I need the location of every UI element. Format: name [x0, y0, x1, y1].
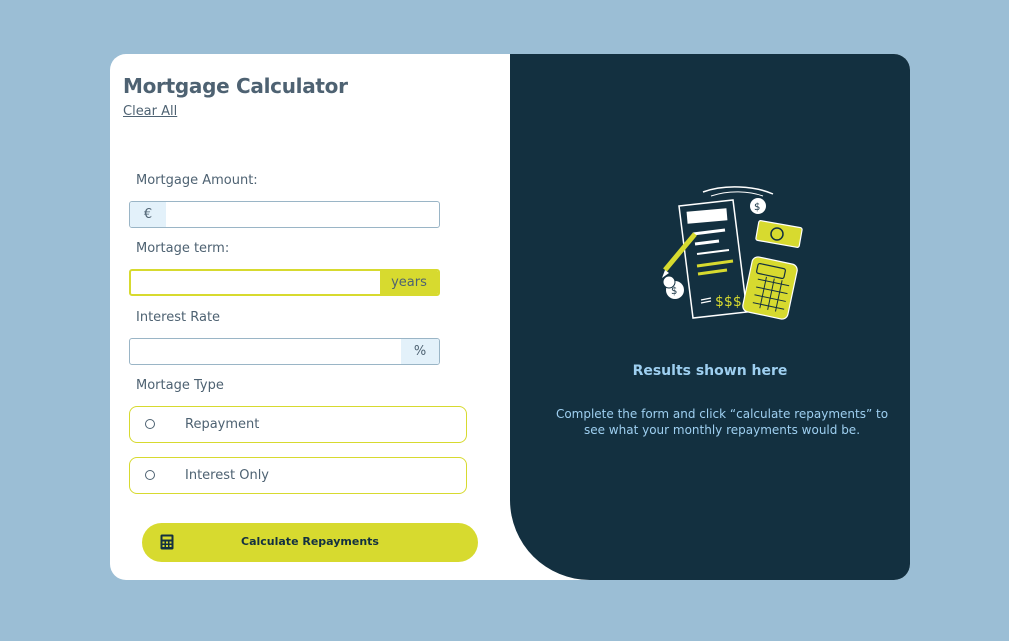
mortgage-amount-input[interactable]	[166, 202, 439, 227]
clear-all-link[interactable]: Clear All	[123, 104, 177, 119]
results-description: Complete the form and click “calculate r…	[555, 407, 889, 437]
percent-suffix: %	[401, 339, 439, 364]
page-title: Mortgage Calculator	[123, 74, 348, 98]
mortgage-amount-label: Mortgage Amount:	[136, 173, 258, 188]
mortgage-card: Mortgage Calculator Clear All Mortgage A…	[110, 54, 910, 580]
form-panel: Mortgage Calculator Clear All Mortgage A…	[110, 54, 510, 580]
radio-button[interactable]	[145, 419, 155, 429]
radio-option-interest-only[interactable]: Interest Only	[129, 457, 467, 494]
mortgage-term-input[interactable]	[131, 271, 380, 294]
svg-text:$: $	[754, 202, 760, 213]
radio-option-repayment[interactable]: Repayment	[129, 406, 467, 443]
interest-rate-field: %	[129, 338, 440, 365]
results-title: Results shown here	[632, 363, 788, 379]
calculate-repayments-button[interactable]: Calculate Repayments	[142, 523, 478, 562]
svg-text:$$$: $$$	[715, 294, 742, 310]
years-suffix: years	[380, 271, 438, 294]
radio-label: Repayment	[185, 417, 260, 432]
results-panel: $$$ $ $ Results shown here Complete the …	[510, 54, 910, 580]
empty-results-illustration: $$$ $ $	[662, 186, 803, 320]
mortgage-type-label: Mortage Type	[136, 378, 224, 393]
mortgage-amount-field: €	[129, 201, 440, 228]
radio-button[interactable]	[145, 470, 155, 480]
mortgage-term-label: Mortage term:	[136, 241, 230, 256]
currency-prefix: €	[130, 202, 166, 227]
interest-rate-label: Interest Rate	[136, 310, 221, 325]
radio-label: Interest Only	[185, 468, 270, 483]
mortgage-term-field: years	[129, 269, 440, 296]
calculate-button-label: Calculate Repayments	[241, 535, 379, 548]
interest-rate-input[interactable]	[130, 339, 401, 364]
